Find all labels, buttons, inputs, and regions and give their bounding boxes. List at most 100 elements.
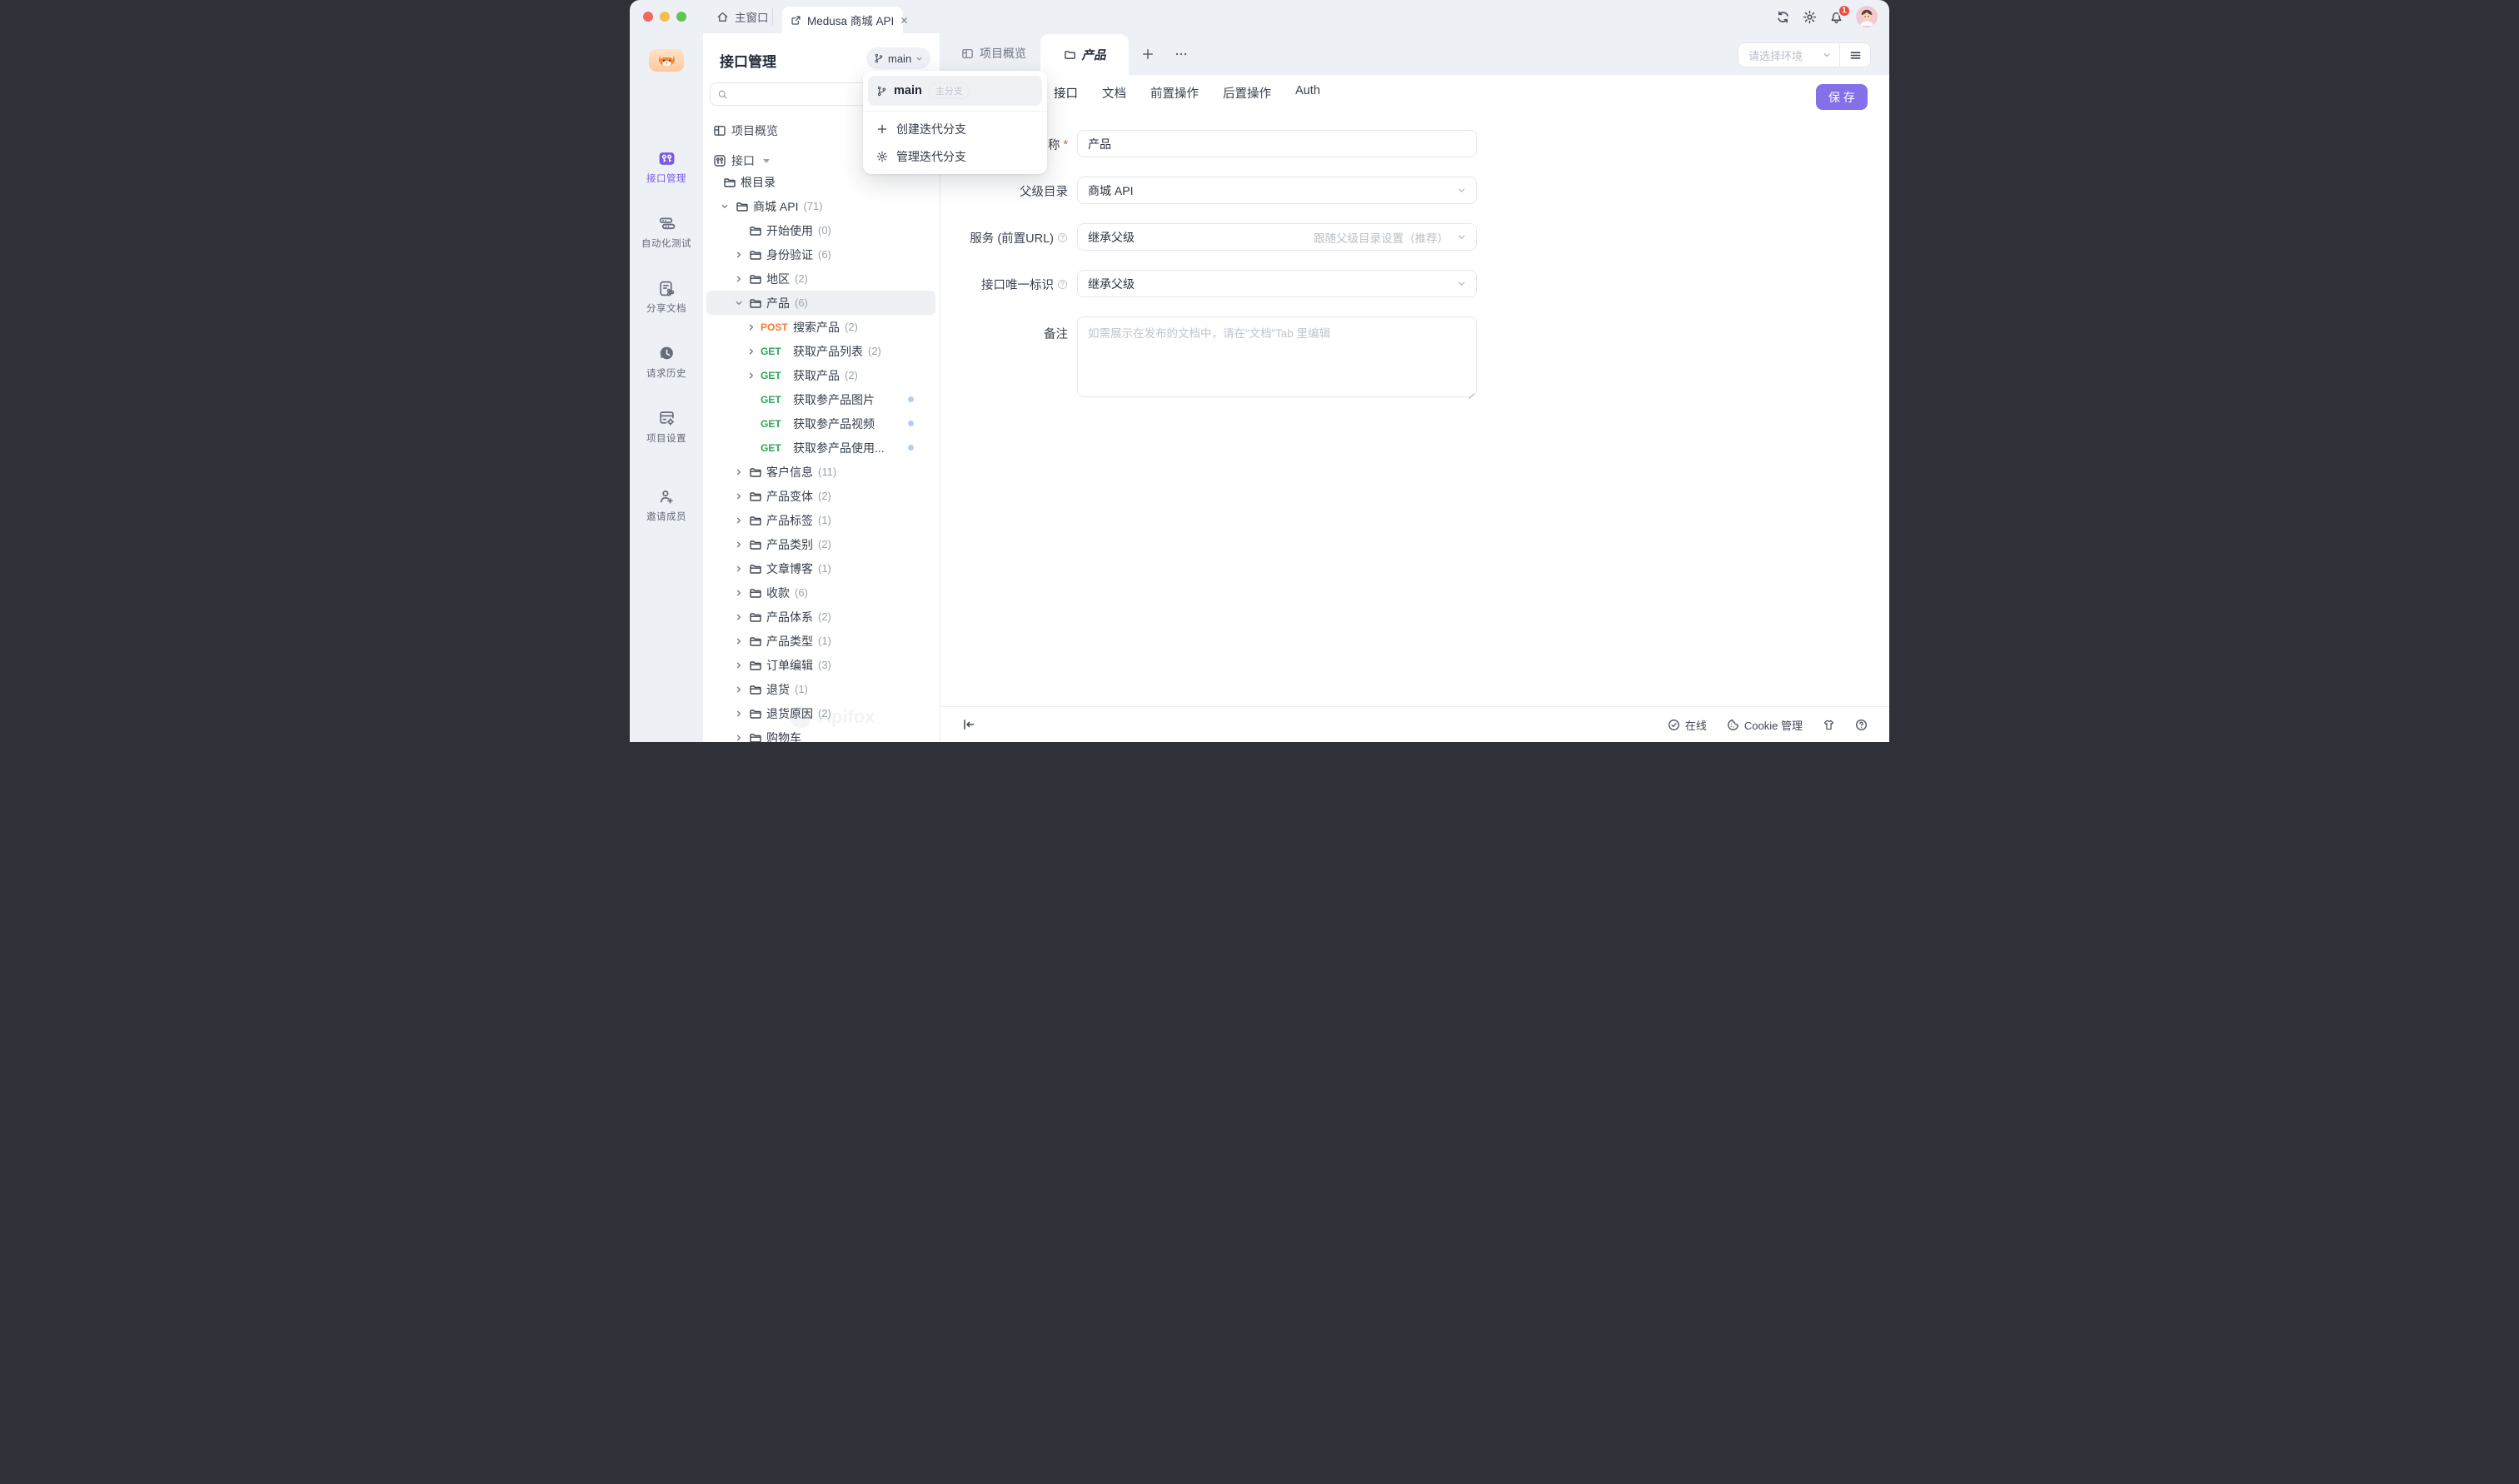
save-button[interactable]: 保 存 (1816, 84, 1868, 110)
rail-item-settings[interactable]: 项目设置 (630, 410, 703, 445)
rail-item-history[interactable]: 请求历史 (630, 345, 703, 380)
help-icon[interactable] (1057, 279, 1068, 290)
layout-menu-button[interactable] (1840, 49, 1870, 62)
chevron-right-icon[interactable] (747, 347, 756, 356)
close-window-button[interactable] (643, 12, 653, 22)
check-circle-icon (1668, 719, 1680, 731)
chevron-right-icon[interactable] (735, 275, 743, 283)
caret-down-icon[interactable] (763, 159, 770, 163)
chevron-right-icon[interactable] (735, 492, 743, 500)
cookie-manager-button[interactable]: Cookie 管理 (1727, 717, 1803, 733)
project-logo[interactable] (649, 49, 684, 72)
tab-more-button[interactable] (1175, 47, 1188, 61)
help-circle-icon[interactable] (1855, 719, 1868, 731)
rail-item-share[interactable]: 分享文档 (630, 280, 703, 315)
identifier-select[interactable]: 继承父级 (1077, 270, 1477, 297)
chevron-down-icon (1457, 186, 1466, 195)
rail-item-api[interactable]: 接口管理 (630, 150, 703, 185)
tree-item-name: 产品类别 (766, 536, 813, 553)
detail-tab-0[interactable]: 接口 (1054, 84, 1078, 102)
sidebar-item-label: 接口 (731, 152, 755, 169)
chevron-right-icon[interactable] (735, 589, 743, 597)
tree-item-folder[interactable]: 身份验证(6) (706, 242, 935, 266)
tree-item-api[interactable]: GET获取产品列表(2) (706, 339, 935, 363)
tree-item-folder[interactable]: 产品(6) (706, 291, 935, 315)
tree-item-count: (1) (795, 683, 808, 695)
tree-item-folder[interactable]: 产品体系(2) (706, 605, 935, 629)
tree-item-folder[interactable]: 文章博客(1) (706, 556, 935, 580)
service-select[interactable]: 继承父级 跟随父级目录设置（推荐） (1077, 223, 1477, 251)
chevron-down-icon[interactable] (735, 299, 743, 307)
tree-item-folder[interactable]: 产品变体(2) (706, 484, 935, 508)
branch-menu-item[interactable]: 创建迭代分支 (863, 115, 1047, 142)
avatar[interactable] (1856, 6, 1878, 27)
online-status[interactable]: 在线 (1668, 717, 1707, 733)
help-icon[interactable] (1057, 232, 1068, 243)
remark-textarea[interactable] (1077, 316, 1477, 397)
tree-item-folder[interactable]: 开始使用(0) (706, 218, 935, 242)
rail-item-invite[interactable]: 邀请成员 (630, 488, 703, 523)
detail-tab-3[interactable]: 后置操作 (1223, 84, 1271, 102)
branch-option-main[interactable]: main 主分支 (868, 76, 1042, 106)
close-tab-icon[interactable] (900, 16, 909, 25)
sidebar-item-apis[interactable]: 接口 (713, 152, 770, 170)
parent-folder-select[interactable]: 商城 API (1077, 177, 1477, 204)
environment-select[interactable]: 请选择环境 (1738, 47, 1839, 63)
chevron-right-icon[interactable] (735, 613, 743, 621)
tab-product-active[interactable]: 产品 (1040, 34, 1129, 75)
tree-item-folder[interactable]: 订单编辑(3) (706, 653, 935, 677)
tree-item-folder[interactable]: 产品标签(1) (706, 508, 935, 532)
tree-item-api[interactable]: GET获取参产品图片 (706, 387, 935, 411)
chevron-right-icon[interactable] (735, 710, 743, 718)
tree-item-api[interactable]: GET获取参产品视频 (706, 411, 935, 436)
detail-tab-2[interactable]: 前置操作 (1150, 84, 1199, 102)
folder-icon (749, 731, 762, 743)
branch-selector[interactable]: main (866, 47, 930, 69)
tree-item-api[interactable]: POST搜索产品(2) (706, 315, 935, 339)
new-tab-button[interactable] (1141, 47, 1155, 61)
chevron-right-icon[interactable] (735, 734, 743, 742)
tab-project-overview[interactable]: 项目概览 (961, 45, 1026, 62)
notifications-button[interactable]: 1 (1829, 10, 1843, 24)
sync-icon[interactable] (1776, 10, 1790, 24)
tree-item-api[interactable]: GET获取参产品使用... (706, 436, 935, 460)
gear-icon[interactable] (1803, 10, 1817, 24)
tree-item-folder[interactable]: 地区(2) (706, 266, 935, 291)
tree-item-folder[interactable]: 产品类别(2) (706, 532, 935, 556)
chevron-down-icon[interactable] (721, 202, 729, 211)
chevron-right-icon[interactable] (735, 637, 743, 645)
chevron-right-icon[interactable] (735, 661, 743, 670)
chevron-right-icon[interactable] (735, 565, 743, 573)
chevron-right-icon[interactable] (735, 251, 743, 259)
chevron-right-icon[interactable] (735, 468, 743, 476)
chevron-right-icon[interactable] (747, 371, 756, 380)
tree-item-folder[interactable]: 客户信息(11) (706, 460, 935, 484)
project-tab[interactable]: Medusa 商城 API (782, 7, 903, 33)
tree-item-folder[interactable]: 产品类型(1) (706, 629, 935, 653)
sidebar-item-overview[interactable]: 项目概览 (713, 122, 778, 140)
branch-menu-item[interactable]: 管理迭代分支 (863, 142, 1047, 170)
tree-item-folder[interactable]: 退货(1) (706, 677, 935, 701)
chevron-right-icon[interactable] (747, 323, 756, 331)
main-window-tab[interactable]: 主窗口 (716, 8, 769, 25)
tree-item-api[interactable]: GET获取产品(2) (706, 363, 935, 387)
collapse-sidebar-icon[interactable] (962, 718, 975, 731)
tree-item-folder[interactable]: 购物车 (706, 725, 935, 742)
detail-tab-1[interactable]: 文档 (1102, 84, 1126, 102)
tree-item-folder[interactable]: 收款(6) (706, 580, 935, 605)
name-input[interactable] (1077, 130, 1477, 157)
chevron-right-icon[interactable] (735, 540, 743, 549)
resize-handle[interactable] (1467, 387, 1474, 395)
chevron-right-icon[interactable] (735, 516, 743, 525)
rail-item-auto[interactable]: 自动化测试 (630, 215, 703, 250)
maximize-window-button[interactable] (676, 12, 686, 22)
minimize-window-button[interactable] (660, 12, 670, 22)
chevron-right-icon[interactable] (735, 685, 743, 694)
detail-tab-4[interactable]: Auth (1295, 84, 1320, 102)
tshirt-theme-icon[interactable] (1823, 719, 1835, 731)
http-method-label: GET (761, 442, 793, 454)
tree-item-name: 退货原因 (766, 705, 813, 722)
tree-item-folder[interactable]: 商城 API(71) (706, 194, 935, 218)
required-asterisk: * (1063, 138, 1068, 152)
tree-item-folder[interactable]: 退货原因(2) (706, 701, 935, 725)
